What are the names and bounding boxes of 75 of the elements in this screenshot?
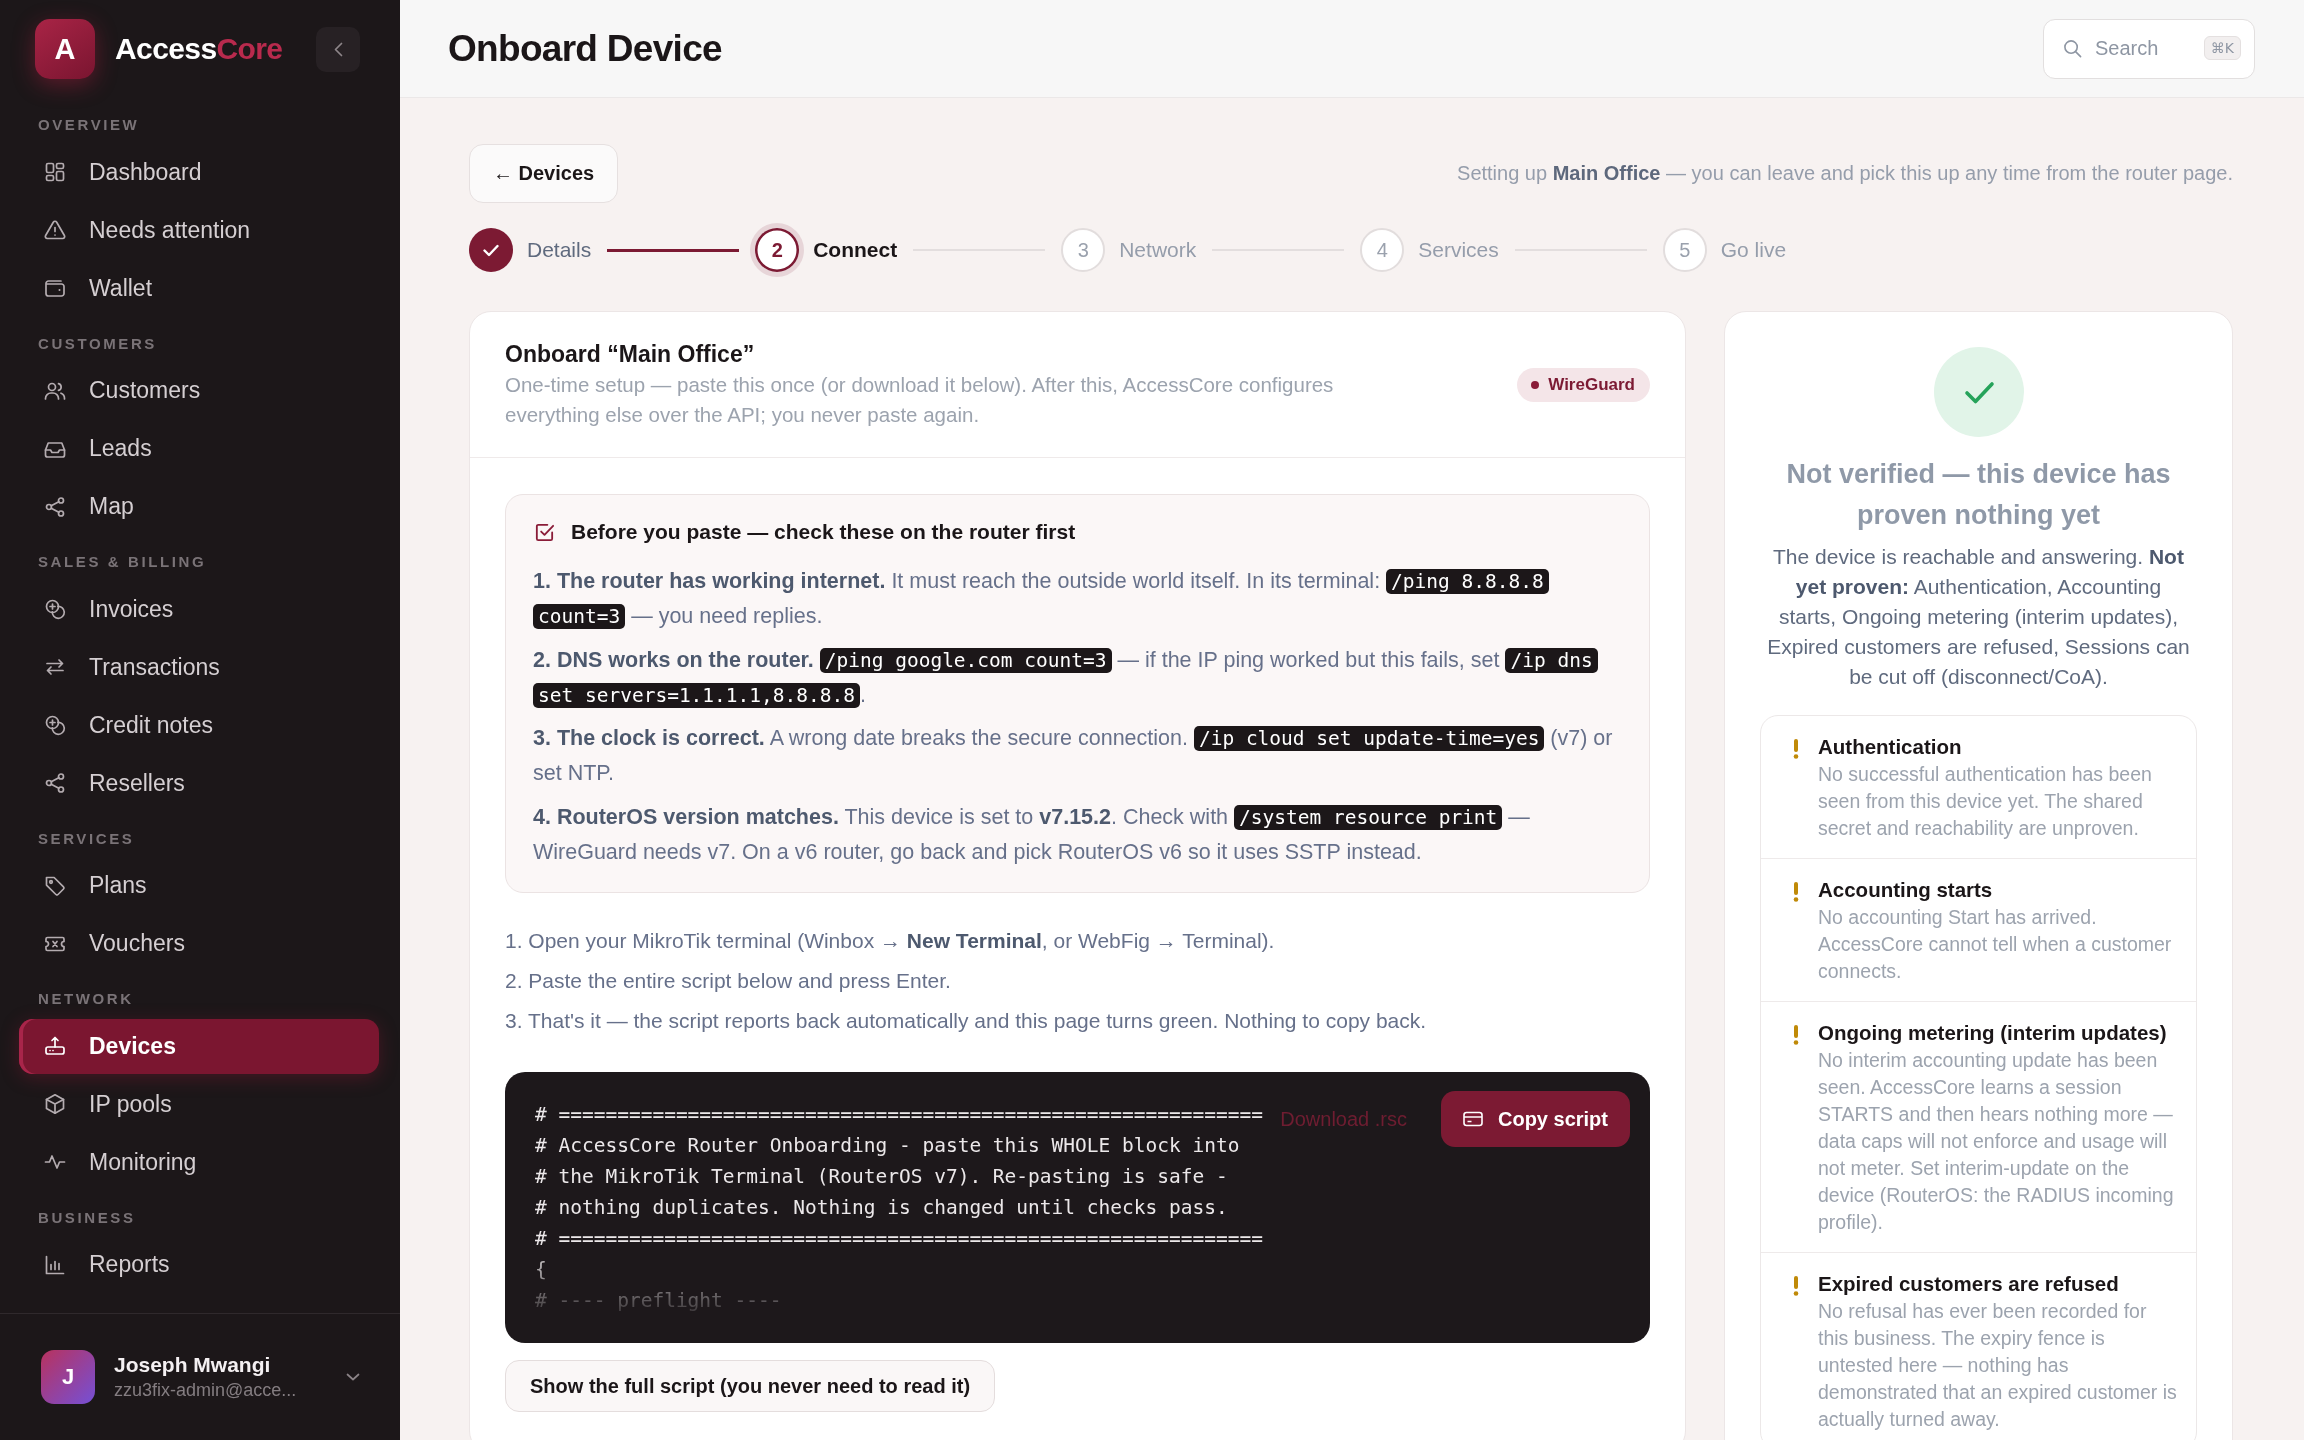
step-number: 5 — [1662, 228, 1707, 272]
check-title: Accounting starts — [1818, 877, 1994, 903]
check-title: Ongoing metering (interim updates) — [1818, 1020, 2168, 1046]
check-circle-icon — [1933, 347, 2024, 437]
nav-item[interactable]: Monitoring — [19, 1134, 379, 1190]
logo-mark: A — [35, 19, 95, 79]
instruction-step: 2. Paste the entire script below and press Enter. — [505, 961, 1650, 1001]
warning-icon — [43, 218, 67, 242]
dot-icon — [1531, 380, 1540, 389]
copy-script-button[interactable]: Copy script — [1440, 1091, 1630, 1147]
nodes-icon — [43, 771, 67, 795]
nav-item[interactable]: Map — [19, 479, 379, 534]
script-code: # ============================================================ # AccessCore Router Onboarding - paste this WHOLE block into # the MikroTik Terminal (RouterOS v7). Re-pasting is safe - # nothing duplicates. Nothing is changed until checks pass. # ============================================================ { # ---- preflight ---- — [535, 1102, 1263, 1314]
show-full-script-button[interactable]: Show the full script (you never need to read it) — [505, 1360, 996, 1412]
user-email: zzu3fix-admin@acce... — [114, 1379, 298, 1402]
section-label: SERVICES — [38, 828, 136, 849]
brand-name: AccessCore — [115, 32, 283, 66]
nav-item[interactable]: Reports — [19, 1237, 379, 1292]
chevron-down-icon[interactable] — [346, 1373, 360, 1381]
step-label: Connect — [813, 238, 898, 262]
nav-item[interactable]: Invoices — [19, 581, 379, 637]
nav-item[interactable]: Plans — [19, 858, 379, 913]
nav-item[interactable]: Leads — [19, 421, 379, 476]
nav-item[interactable]: Devices — [19, 1018, 379, 1074]
nav-item[interactable]: IP pools — [19, 1076, 379, 1132]
check-description: No refusal has ever been recorded for this business. The expiry fence is untested here — nothing has demonstrated that an expired customer is actually turned away. — [1818, 1299, 2178, 1432]
check-description: No accounting Start has arrived. AccessCore cannot tell when a customer connects. — [1818, 905, 2173, 984]
back-button[interactable]: ← Devices — [469, 144, 619, 203]
nav-item[interactable]: Dashboard — [19, 144, 379, 200]
step-number: 4 — [1360, 228, 1405, 272]
nav-item[interactable]: Credit notes — [19, 697, 379, 753]
instruction-step: 3. That's it — the script reports back automatically and this page turns green. Nothing to copy back. — [505, 1001, 1650, 1041]
router-icon — [43, 1034, 67, 1058]
setup-note: Setting up Main Office — you can leave and pick this up any time from the router page. — [1457, 162, 2233, 185]
cube-icon — [43, 1092, 67, 1116]
search-icon — [2063, 38, 2082, 58]
step-number: 2 — [750, 223, 805, 277]
instruction-step: 1. Open your MikroTik terminal (Winbox → New Terminal, or WebFig → Terminal). — [505, 921, 1650, 961]
nav-item[interactable]: Customers — [19, 363, 379, 418]
card-subtitle: One-time setup — paste this once (or download it below). After this, AccessCore configures everything else over the API; you never paste again. — [505, 372, 1335, 428]
section-label: BUSINESS — [38, 1207, 137, 1228]
checklist-item: 3. The clock is correct. A wrong date breaks the secure connection. /ip cloud set update-time=yes (v7) or set NTP. — [533, 725, 1614, 787]
chevron-left-icon — [333, 41, 343, 57]
step-label: Details — [527, 238, 592, 262]
badge-label: WireGuard — [1548, 374, 1635, 395]
section-label: SALES & BILLING — [38, 552, 208, 572]
check-title: Authentication — [1818, 734, 1963, 760]
card-icon — [1462, 1111, 1483, 1127]
section-label: CUSTOMERS — [38, 333, 158, 354]
nav-item[interactable]: Wallet — [19, 260, 379, 316]
nav-item[interactable]: Vouchers — [19, 916, 379, 971]
section-label: OVERVIEW — [38, 115, 141, 135]
nav-item[interactable]: Transactions — [19, 639, 379, 695]
nodes-icon — [43, 494, 67, 519]
check-title: Expired customers are refused — [1818, 1271, 2120, 1297]
nav-item[interactable]: Resellers — [19, 755, 379, 811]
coins-icon — [43, 713, 67, 737]
check-description: No interim accounting update has been seen. AccessCore learns a session STARTS and then hears nothing more — data caps will not enforce and usage will not meter. Set interim-update on the device (RouterOS: the RADIUS incoming profile). — [1818, 1048, 2175, 1235]
user-name: Joseph Mwangi — [114, 1352, 272, 1378]
nav-item[interactable]: Needs attention — [19, 202, 379, 258]
check-description: No successful authentication has been seen from this device yet. The shared secret and reachability are unproven. — [1818, 762, 2153, 841]
coins-icon — [43, 597, 67, 621]
section-label: NETWORK — [38, 989, 135, 1009]
grid-icon — [43, 160, 67, 184]
checklist-item: 4. RouterOS version matches. This device is set to v7.15.2. Check with /system resource print — WireGuard needs v7. On a v6 router, go back and pick RouterOS v6 so it uses SSTP instead. — [533, 803, 1531, 866]
step-label: Services — [1418, 238, 1499, 262]
step-label: Go live — [1720, 238, 1787, 262]
avatar: J — [41, 1350, 95, 1404]
step-number: 3 — [1061, 228, 1106, 272]
verification-title: Not verified — this device has proven nothing yet — [1785, 458, 2172, 532]
verification-description: The device is reachable and answering. Not yet proven: Authentication, Accounting starts, Ongoing metering (interim updates), Expired customers are refused, Sessions can be cut off (disconnect/CoA). — [1766, 544, 2191, 690]
page-title: Onboard Device — [448, 27, 722, 70]
card-title: Onboard “Main Office” — [505, 340, 756, 369]
step-label: Network — [1119, 238, 1197, 262]
checklist-title: Before you paste — check these on the router first — [571, 519, 1076, 545]
